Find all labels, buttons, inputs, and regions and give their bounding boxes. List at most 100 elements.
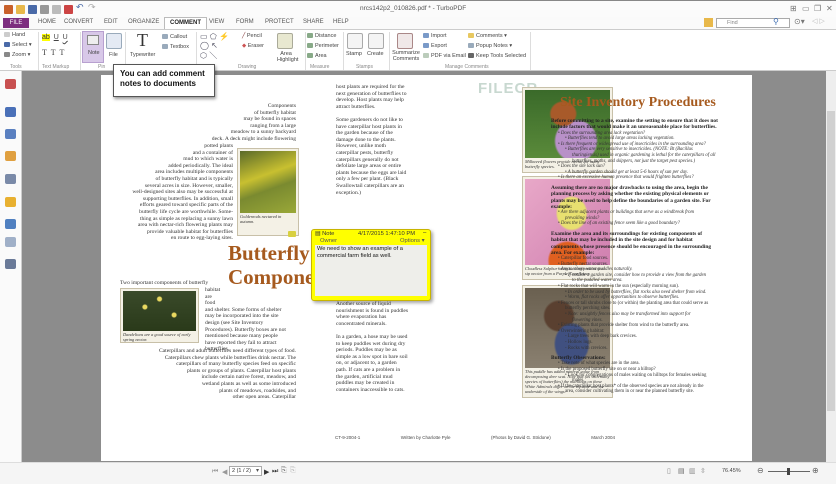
tab-organize[interactable]: ORGANIZE <box>128 19 159 25</box>
signatures-icon[interactable] <box>5 259 16 269</box>
last-page-icon[interactable]: ⏭ <box>272 468 278 476</box>
tab-view[interactable]: VIEW <box>209 19 224 25</box>
maximize-icon[interactable]: ❐ <box>814 4 821 13</box>
tab-share[interactable]: SHARE <box>303 19 324 25</box>
scrollbar-thumb[interactable] <box>827 111 835 411</box>
security-icon[interactable] <box>5 197 16 207</box>
area-highlight-icon[interactable] <box>277 33 293 49</box>
zoom-in-icon[interactable]: ⊕ <box>812 466 819 475</box>
pdf-icon[interactable] <box>5 79 16 89</box>
select-tool[interactable]: Select ▾ <box>4 42 32 48</box>
summarize-comments-button[interactable]: Summarize Comments <box>391 50 421 62</box>
zoom-tool[interactable]: Zoom ▾ <box>4 52 30 58</box>
comments-panel-icon[interactable] <box>5 151 16 161</box>
import-button[interactable]: Import <box>423 33 447 39</box>
help-icon[interactable]: ⊙▾ <box>794 17 805 26</box>
text-line: In a garden, a hose may be used <box>336 333 408 340</box>
print-icon[interactable] <box>40 5 49 14</box>
create-stamp-button[interactable]: Create <box>367 51 384 57</box>
previous-view-icon[interactable]: ⎘ <box>281 467 287 475</box>
zoom-slider-thumb[interactable] <box>787 468 790 475</box>
tab-help[interactable]: HELP <box>333 19 349 25</box>
stamp-button[interactable]: Stamp <box>346 51 362 57</box>
fields-icon[interactable] <box>5 237 16 247</box>
textbox-button[interactable]: Textbox <box>162 44 189 50</box>
text-line: habitat <box>205 287 221 293</box>
eraser-button[interactable]: ◆ Eraser <box>242 43 264 49</box>
tab-home[interactable]: HOME <box>38 19 56 25</box>
facing-page-icon[interactable]: ▥ <box>689 467 696 475</box>
restore-ribbon-icon[interactable]: ⊞ <box>790 4 797 13</box>
col1-intro-text: Components of butterfly habitat may be fou… <box>121 103 296 143</box>
text-line: well-designed sites also may be successf… <box>132 189 233 196</box>
layers-icon[interactable] <box>5 219 16 229</box>
pages-icon[interactable] <box>5 107 16 117</box>
bookmarks-icon[interactable] <box>5 129 16 139</box>
first-page-icon[interactable]: ⏮ <box>212 468 218 476</box>
typewriter-button[interactable]: Typewriter <box>130 52 155 58</box>
note-button[interactable]: Note <box>82 31 104 63</box>
tab-protect[interactable]: PROTECT <box>265 19 294 25</box>
text-line: However, unlike moth <box>336 143 386 150</box>
keep-tools-selected-checkbox[interactable]: Keep Tools Selected <box>468 53 526 59</box>
text-markup-tools[interactable]: ab U U <box>42 34 68 41</box>
comment-marker-icon[interactable] <box>288 231 296 237</box>
file-button[interactable]: File <box>109 52 118 58</box>
tab-file[interactable]: FILE <box>3 18 29 28</box>
text-line: efforts geared toward specific parts of … <box>139 202 233 209</box>
status-bar: ⏮ ◀ 2 (1 / 2) ▾ ▶ ⏭ ⎘ ⎘ ▯ ▤ ▥ ⇳ 76.45% ⊖… <box>0 462 836 484</box>
find-options-icon[interactable] <box>704 18 713 27</box>
summarize-comments-icon[interactable] <box>397 33 413 49</box>
note-popup[interactable]: ▤ Note 4/17/2015 1:47:10 PM – Owner Opti… <box>311 229 431 301</box>
email-icon[interactable] <box>52 5 61 14</box>
callout-button[interactable]: Callout <box>162 34 187 40</box>
typewriter-icon[interactable]: T <box>137 30 148 51</box>
col2-host-plants-text: host plants are required for the next gen… <box>336 84 426 196</box>
hand-tool[interactable]: Hand <box>4 32 25 38</box>
fit-icon[interactable]: ⇳ <box>700 467 706 475</box>
area-button[interactable]: Area <box>307 53 327 59</box>
popup-notes-dropdown[interactable]: Popup Notes ▾ <box>468 43 512 49</box>
area-highlight-button[interactable]: Area Highlight <box>277 51 298 63</box>
save-icon[interactable] <box>28 5 37 14</box>
single-page-icon[interactable]: ▯ <box>667 467 671 475</box>
redo-icon[interactable]: ↷ <box>88 2 97 12</box>
shape-tools[interactable]: ▭ ⬠ ⚡ ◯ ↖ ⬡ ＼ <box>200 32 229 61</box>
stamp-icon[interactable] <box>347 33 363 49</box>
tab-edit[interactable]: EDIT <box>104 19 118 25</box>
page-dropdown-icon[interactable]: ▾ <box>256 467 259 474</box>
export-button[interactable]: Export <box>423 43 447 49</box>
nav-arrows-icon[interactable]: ◁ ▷ <box>812 17 825 25</box>
perimeter-button[interactable]: Perimeter <box>307 43 339 49</box>
minimize-icon[interactable]: ▭ <box>802 4 810 13</box>
pencil-button[interactable]: ╱ Pencil <box>242 33 262 39</box>
undo-icon[interactable]: ↶ <box>76 2 85 12</box>
zoom-out-icon[interactable]: ⊖ <box>757 466 764 475</box>
next-view-icon[interactable]: ⎘ <box>290 467 296 475</box>
note-options-button[interactable]: Options ▾ <box>400 238 425 244</box>
continuous-page-icon[interactable]: ▤ <box>678 467 685 475</box>
note-text-area[interactable]: We need to show an example of a commerci… <box>315 245 427 296</box>
open-icon[interactable] <box>16 5 25 14</box>
comments-dropdown[interactable]: Comments ▾ <box>468 33 507 39</box>
next-page-icon[interactable]: ▶ <box>264 468 269 476</box>
attachments-icon[interactable] <box>5 174 16 184</box>
text-line: the garden, artificial mud <box>336 373 393 380</box>
text-line: and shelter. Some forms of shelter <box>205 306 282 313</box>
note-close-icon[interactable]: – <box>423 230 426 236</box>
text-edit-tools[interactable]: T T T <box>42 48 64 57</box>
search-icon[interactable]: ⚲ <box>773 17 779 26</box>
new-icon[interactable] <box>64 5 73 14</box>
prev-page-icon[interactable]: ◀ <box>222 468 227 476</box>
vertical-scrollbar[interactable] <box>826 71 836 462</box>
text-line: deck. A deck might include flowering <box>211 135 296 142</box>
create-stamp-icon[interactable] <box>368 33 384 49</box>
distance-button[interactable]: Distance <box>307 33 336 39</box>
close-icon[interactable]: ✕ <box>826 4 833 13</box>
text-line: food <box>205 300 216 307</box>
tab-form[interactable]: FORM <box>236 19 254 25</box>
tab-convert[interactable]: CONVERT <box>64 19 93 25</box>
pdf-via-email-button[interactable]: PDF via Email <box>423 53 466 59</box>
file-attach-icon[interactable] <box>106 33 122 49</box>
group-label-manage-comments: Manage Comments <box>445 64 489 70</box>
